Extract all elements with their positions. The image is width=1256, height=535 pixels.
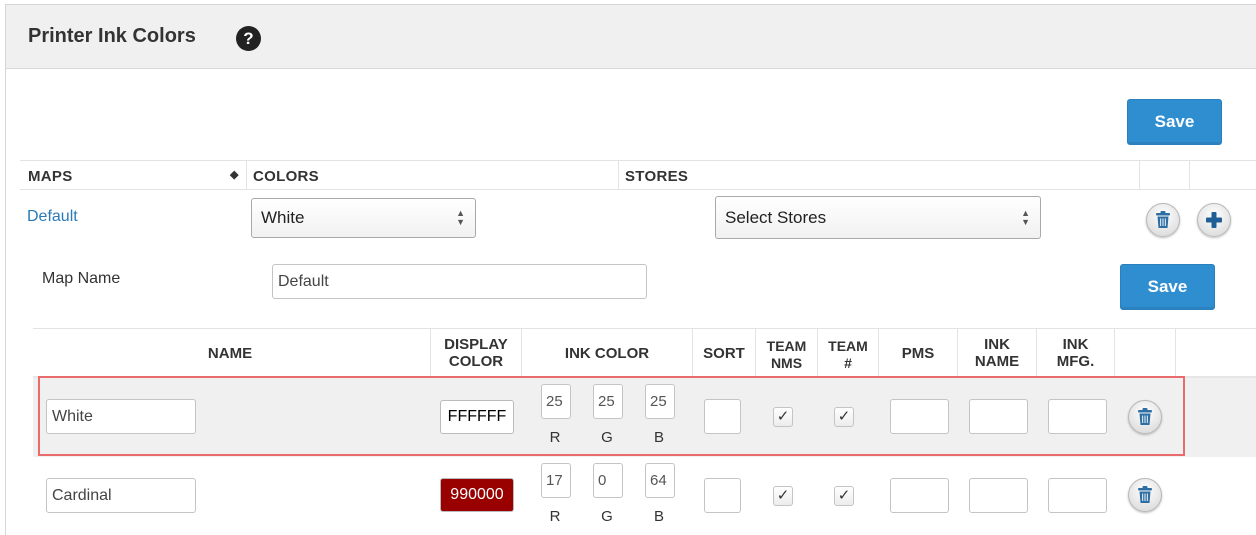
r-label: R [549, 508, 561, 525]
add-map-button[interactable] [1197, 203, 1231, 237]
column-divider [1139, 161, 1140, 189]
ink-color-b-input[interactable]: 64 [645, 463, 675, 498]
trash-icon [1156, 211, 1170, 228]
column-header-pms: PMS [901, 345, 935, 362]
table-header-border [20, 189, 1256, 190]
column-header-display-color: DISPLAY COLOR [431, 336, 521, 370]
ink-name-input[interactable]: Cardinal [46, 478, 196, 513]
column-divider [1114, 329, 1115, 376]
delete-color-button[interactable] [1128, 478, 1162, 512]
table-top-border [20, 160, 1256, 161]
ink-color-g-input[interactable]: 0 [593, 463, 623, 498]
g-label: G [601, 429, 613, 446]
delete-color-button[interactable] [1128, 400, 1162, 434]
header-line: INK [1062, 336, 1089, 353]
pms-input[interactable] [890, 399, 949, 434]
ink-color-g-input[interactable]: 25 [593, 384, 623, 419]
ink-name-field[interactable] [969, 399, 1028, 434]
checkmark-icon: ✓ [776, 487, 790, 504]
header-line: TEAM [766, 338, 807, 354]
column-header-colors: COLORS [253, 168, 319, 185]
header-line: NMS [770, 355, 803, 371]
g-label: G [601, 508, 613, 525]
display-color-swatch[interactable]: 990000 [440, 478, 514, 512]
ink-color-b-input[interactable]: 25 [645, 384, 675, 419]
column-divider [618, 161, 619, 189]
select-arrows-icon: ▲ ▼ [1021, 207, 1030, 227]
map-link-default[interactable]: Default [27, 208, 78, 226]
column-header-ink-mfg: INK MFG. [1037, 336, 1114, 370]
ink-color-r-input[interactable]: 25 [541, 384, 571, 419]
ink-mfg-input[interactable] [1048, 478, 1107, 513]
select-arrows-icon: ▲ ▼ [456, 208, 465, 227]
save-button[interactable]: Save [1127, 99, 1222, 145]
save-map-button[interactable]: Save [1120, 264, 1215, 310]
column-header-sort: SORT [703, 345, 745, 362]
stores-select[interactable]: Select Stores ▲ ▼ [715, 196, 1041, 239]
team-number-checkbox[interactable]: ✓ [834, 486, 854, 506]
header-line: DISPLAY [444, 336, 508, 353]
header-line: NAME [974, 353, 1020, 370]
b-label: B [653, 429, 664, 446]
colors-table-top-border [33, 328, 1256, 329]
team-nms-checkbox[interactable]: ✓ [773, 486, 793, 506]
column-header-ink-name: INK NAME [958, 336, 1036, 370]
plus-icon [1206, 212, 1222, 228]
column-header-maps[interactable]: MAPS [28, 168, 73, 185]
ink-name-field[interactable] [969, 478, 1028, 513]
checkmark-icon: ✓ [837, 408, 851, 425]
header-line: INK [984, 336, 1010, 353]
header-line: # [844, 355, 852, 371]
stores-select-value: Select Stores [725, 208, 827, 227]
column-header-name: NAME [207, 345, 253, 362]
sort-input[interactable] [704, 399, 741, 434]
panel-header: Printer Ink Colors ? [6, 5, 1256, 69]
ink-mfg-input[interactable] [1048, 399, 1107, 434]
column-header-stores: STORES [625, 168, 689, 185]
sort-input[interactable] [704, 478, 741, 513]
header-line: COLOR [448, 353, 504, 370]
help-icon[interactable]: ? [236, 26, 261, 51]
sort-icon[interactable]: ◆ [230, 168, 239, 181]
column-divider [246, 161, 247, 189]
map-name-input[interactable]: Default [272, 264, 647, 299]
r-label: R [549, 429, 561, 446]
team-nms-checkbox[interactable]: ✓ [773, 407, 793, 427]
trash-icon [1138, 486, 1152, 503]
column-header-team-number: TEAM # [818, 338, 878, 372]
column-header-ink-color: INK COLOR [564, 345, 650, 362]
column-header-team-nms: TEAM NMS [756, 338, 817, 372]
header-line: MFG. [1056, 353, 1095, 370]
color-select-value: White [261, 208, 305, 227]
trash-icon [1138, 408, 1152, 425]
ink-name-input[interactable]: White [46, 399, 196, 434]
column-divider [1189, 161, 1190, 189]
team-number-checkbox[interactable]: ✓ [834, 407, 854, 427]
ink-color-r-input[interactable]: 17 [541, 463, 571, 498]
b-label: B [653, 508, 664, 525]
checkmark-icon: ✓ [837, 487, 851, 504]
delete-map-button[interactable] [1146, 203, 1180, 237]
display-color-swatch[interactable]: FFFFFF [440, 400, 514, 434]
page-title: Printer Ink Colors [28, 25, 196, 47]
color-select[interactable]: White ▲ ▼ [251, 198, 476, 238]
column-divider [1175, 329, 1176, 376]
pms-input[interactable] [890, 478, 949, 513]
header-line: TEAM [828, 338, 868, 354]
map-name-label: Map Name [42, 270, 121, 287]
checkmark-icon: ✓ [776, 408, 790, 425]
